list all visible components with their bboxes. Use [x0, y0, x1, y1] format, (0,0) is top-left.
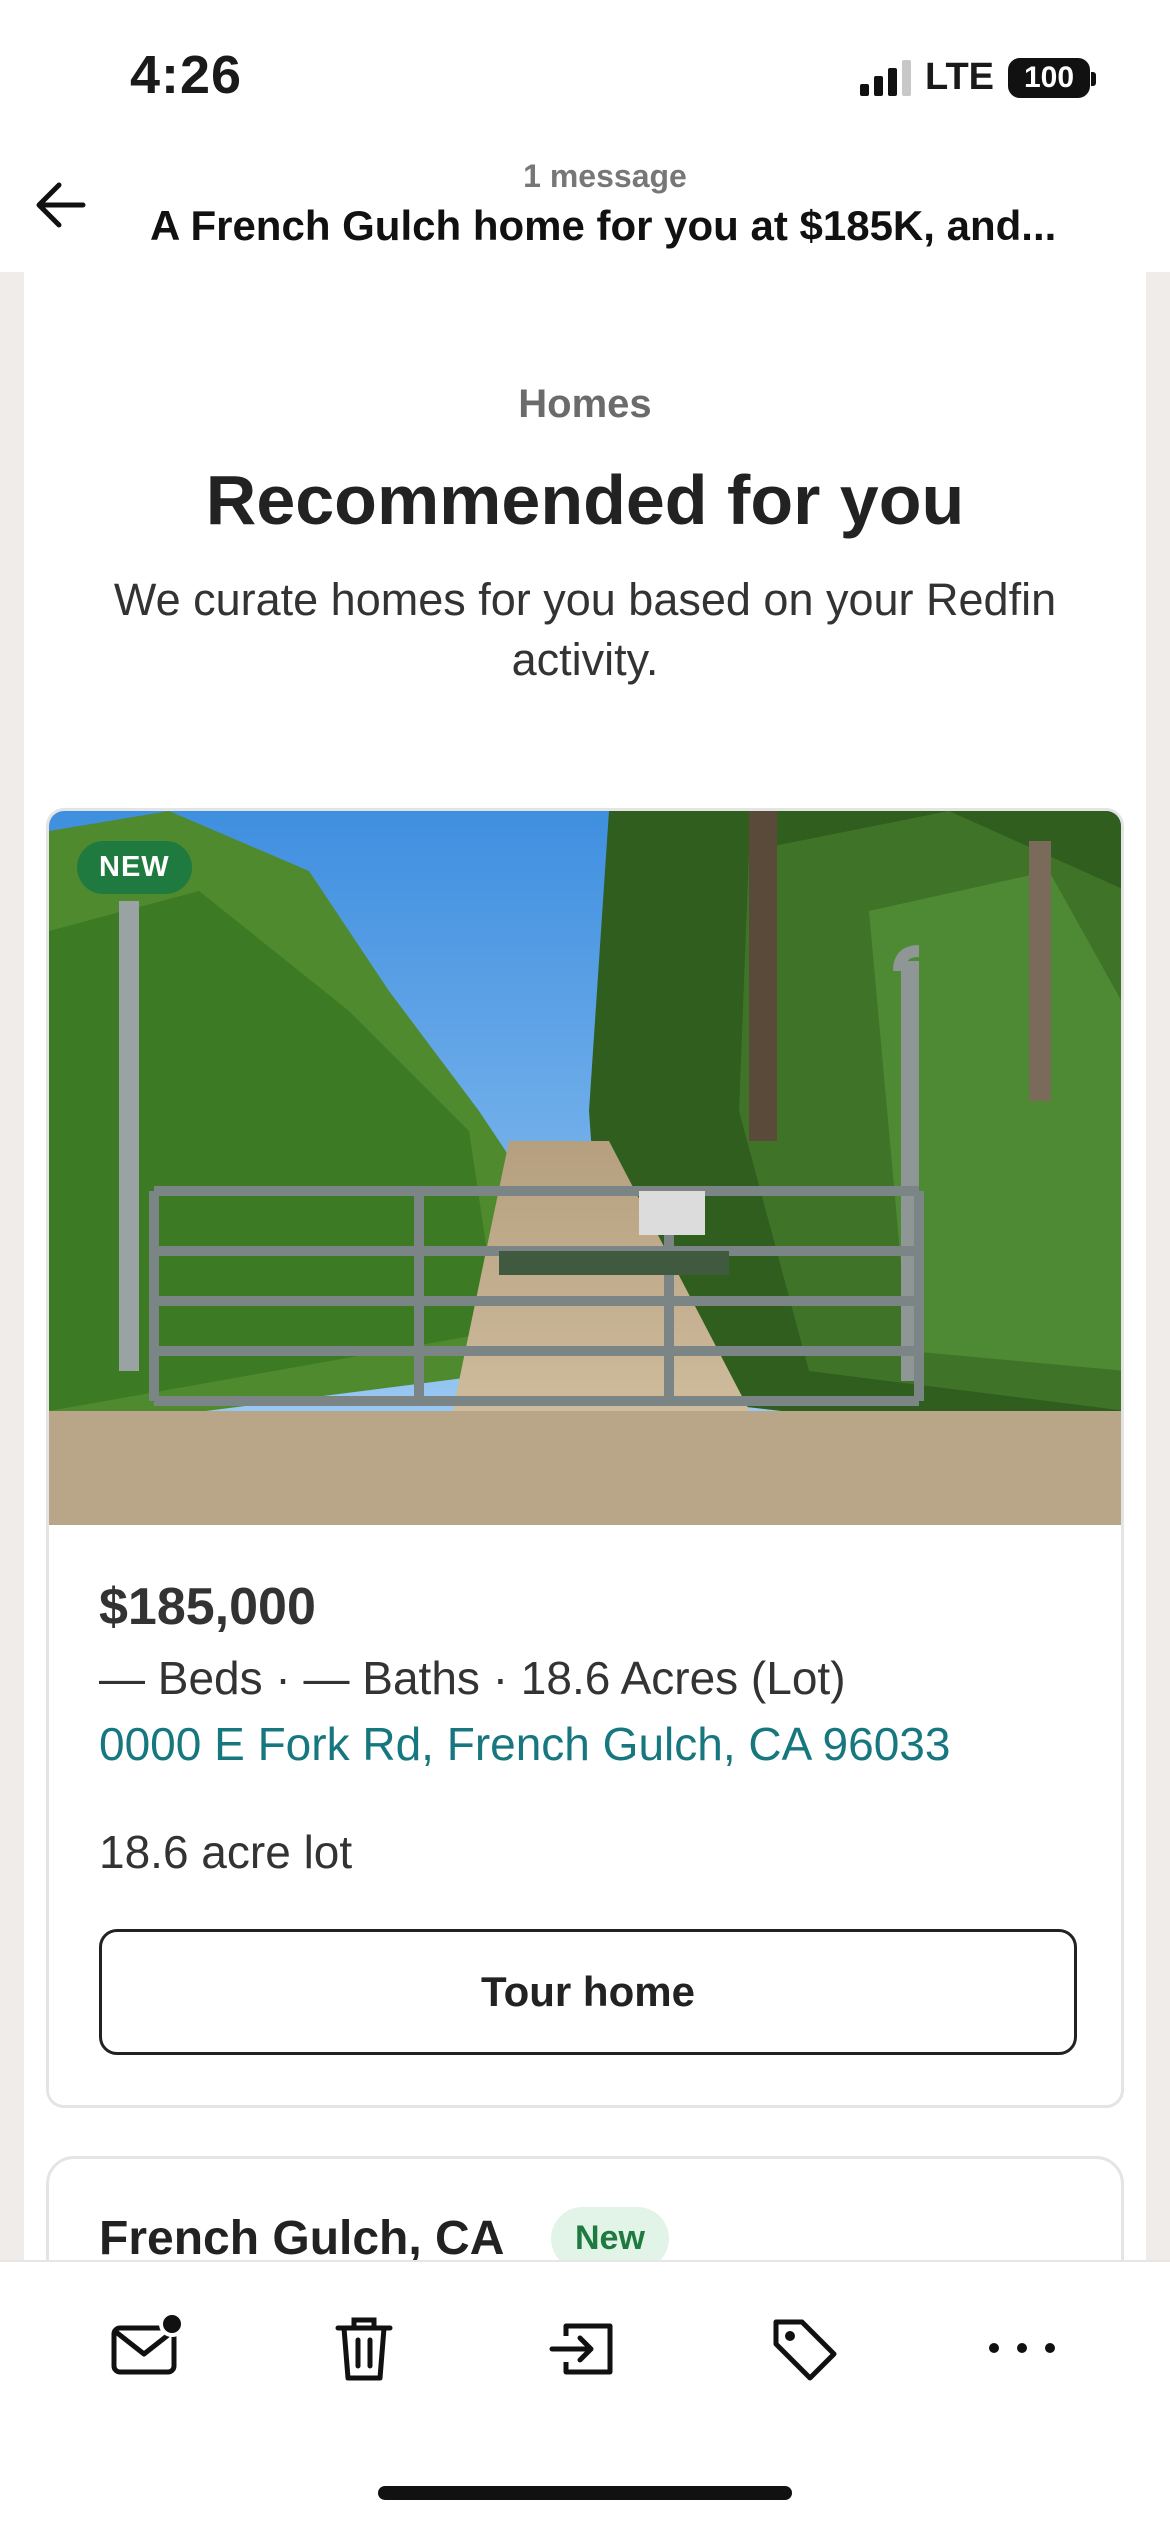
message-count: 1 message [523, 158, 687, 194]
network-label: LTE [925, 56, 994, 98]
tour-home-button[interactable]: Tour home [99, 1929, 1077, 2055]
email-body[interactable]: Homes Recommended for you We curate home… [24, 272, 1146, 2260]
delete-button[interactable] [324, 2308, 404, 2388]
listing-card[interactable]: NEW $185,000 — Beds · — Baths · 18.6 Acr… [46, 808, 1124, 2108]
status-time: 4:26 [130, 45, 243, 105]
move-icon [549, 2323, 613, 2375]
listing-description: 18.6 acre lot [99, 1826, 353, 1878]
section-description: We curate homes for you based on your Re… [113, 574, 1057, 685]
listing-address-link[interactable]: 0000 E Fork Rd, French Gulch, CA 96033 [99, 1717, 950, 1771]
listing-stats: — Beds · — Baths · 18.6 Acres (Lot) [99, 1652, 846, 1704]
next-listing-badge: New [551, 2207, 669, 2260]
mark-unread-button[interactable] [106, 2308, 186, 2388]
section-title: Recommended for you [205, 461, 965, 539]
more-button[interactable] [982, 2308, 1062, 2388]
next-listing-title: French Gulch, CA [99, 2212, 505, 2260]
more-icon [989, 2343, 1055, 2353]
message-subject: A French Gulch home for you at $185K, an… [150, 202, 1057, 249]
status-bar: 4:26 LTE 100 [0, 0, 1170, 150]
home-indicator[interactable] [378, 2486, 792, 2500]
move-button[interactable] [544, 2308, 624, 2388]
label-button[interactable] [764, 2308, 844, 2388]
message-header: 1 message A French Gulch home for you at… [0, 150, 1170, 272]
new-badge: NEW [77, 841, 192, 894]
battery-icon: 100 [1008, 57, 1096, 98]
listing-price: $185,000 [99, 1578, 316, 1636]
signal-icon [860, 59, 912, 96]
property-photo-illustration [49, 811, 1121, 1525]
next-listing-card[interactable]: French Gulch, CA New [46, 2156, 1124, 2260]
section-tag: Homes [518, 382, 652, 426]
mail-unread-icon [111, 2311, 185, 2375]
trash-icon [335, 2317, 393, 2381]
status-indicators: LTE 100 [860, 56, 1096, 99]
tag-icon [773, 2319, 837, 2381]
listing-photo[interactable]: NEW [49, 811, 1121, 1525]
